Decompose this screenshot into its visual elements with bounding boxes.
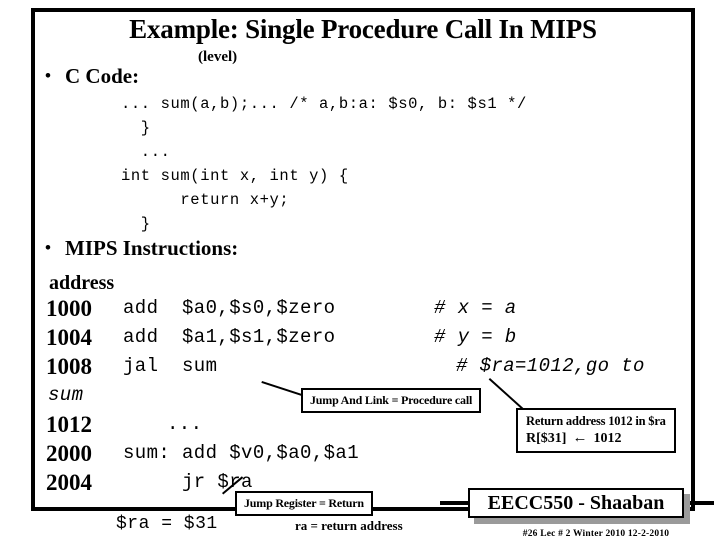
row-comment: # y = b (434, 326, 517, 348)
bullet-mips-label: MIPS Instructions: (65, 236, 239, 260)
row-address: 1000 (46, 296, 92, 321)
bullet-mips-instructions: • MIPS Instructions: (45, 236, 238, 260)
bullet-c-code-label: C Code: (65, 64, 140, 88)
bullet-dot-icon: • (45, 66, 51, 85)
callout-return-address: Return address 1012 in $ra R[$31] ← 1012 (516, 408, 676, 453)
ra-meaning-note: ra = return address (295, 518, 403, 533)
table-row: 1004 add $a1,$s1,$zero # y = b (46, 323, 696, 352)
row-address: 1004 (46, 325, 92, 350)
row-address: 1008 (46, 354, 92, 379)
row-comment: # x = a (434, 297, 517, 319)
footer-meta-label: #26 Lec # 2 Winter 2010 12-2-2010 (522, 529, 670, 539)
row-instruction: add $a0,$s0,$zero (123, 297, 336, 319)
callout-return-address-line2: R[$31] ← 1012 (526, 429, 666, 448)
row-address: 2004 (46, 470, 92, 495)
slide-canvas: Example: Single Procedure Call In MIPS (… (0, 0, 720, 540)
register-value: 1012 (593, 431, 622, 446)
title-subnote: (level) (198, 49, 238, 65)
callout-jump-and-link: Jump And Link = Procedure call (301, 388, 482, 413)
bullet-c-code: • C Code: (45, 64, 139, 88)
table-row: 1008 jal sum # $ra=1012,go to (46, 352, 696, 381)
row-comment-continuation: sum (48, 384, 84, 406)
footer-course-label: EECC550 - Shaaban (468, 488, 684, 518)
ra-register-equation: $ra = $31 (116, 514, 218, 534)
row-instruction: jal sum (123, 355, 218, 377)
slide-frame-top (31, 8, 695, 12)
callout-return-address-line1: Return address 1012 in $ra (526, 414, 666, 428)
page-title: Example: Single Procedure Call In MIPS (129, 14, 597, 44)
footer-connector-left (440, 501, 470, 505)
bullet-dot-icon: • (45, 238, 51, 257)
left-arrow-icon: ← (572, 430, 588, 446)
row-instruction: ... (167, 413, 203, 435)
c-code-block: ... sum(a,b);... /* a,b:a: $s0, b: $s1 *… (121, 95, 527, 233)
row-address: 2000 (46, 441, 92, 466)
row-comment: # $ra=1012,go to (456, 355, 645, 377)
table-row: 1000 add $a0,$s0,$zero # x = a (46, 294, 696, 323)
register-name: R[$31] (526, 431, 567, 446)
row-instruction: sum: add $v0,$a0,$a1 (123, 442, 360, 464)
address-column-label: address (49, 272, 115, 294)
row-address: 1012 (46, 412, 92, 437)
callout-jump-register: Jump Register = Return (235, 491, 373, 516)
row-instruction: add $a1,$s1,$zero (123, 326, 336, 348)
